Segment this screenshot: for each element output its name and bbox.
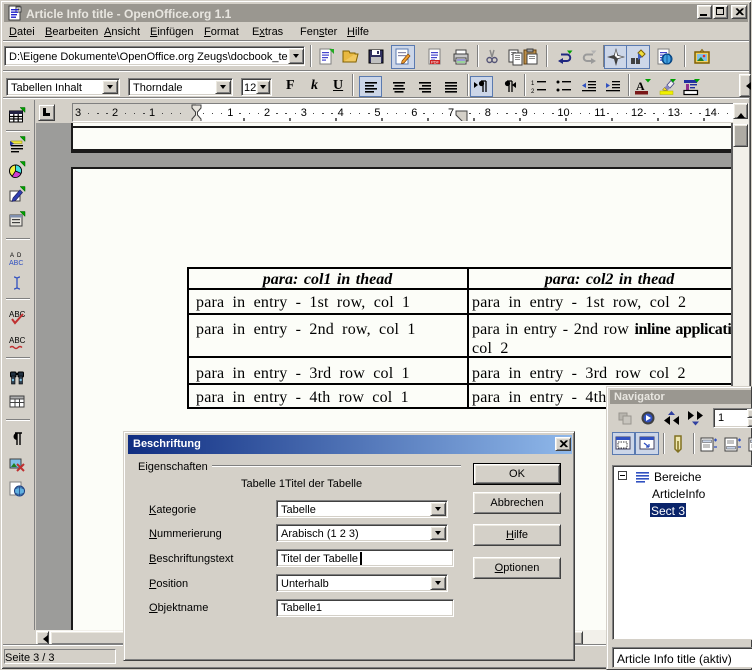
svg-text:2: 2 <box>531 89 535 95</box>
svg-text:A: A <box>636 79 645 93</box>
svg-text:A: A <box>10 253 14 259</box>
svg-text:PDF: PDF <box>431 60 440 65</box>
svg-text:D: D <box>17 253 22 259</box>
svg-text:ABC: ABC <box>9 260 23 267</box>
svg-text:ABC: ABC <box>9 336 26 345</box>
svg-text:1: 1 <box>531 81 535 87</box>
